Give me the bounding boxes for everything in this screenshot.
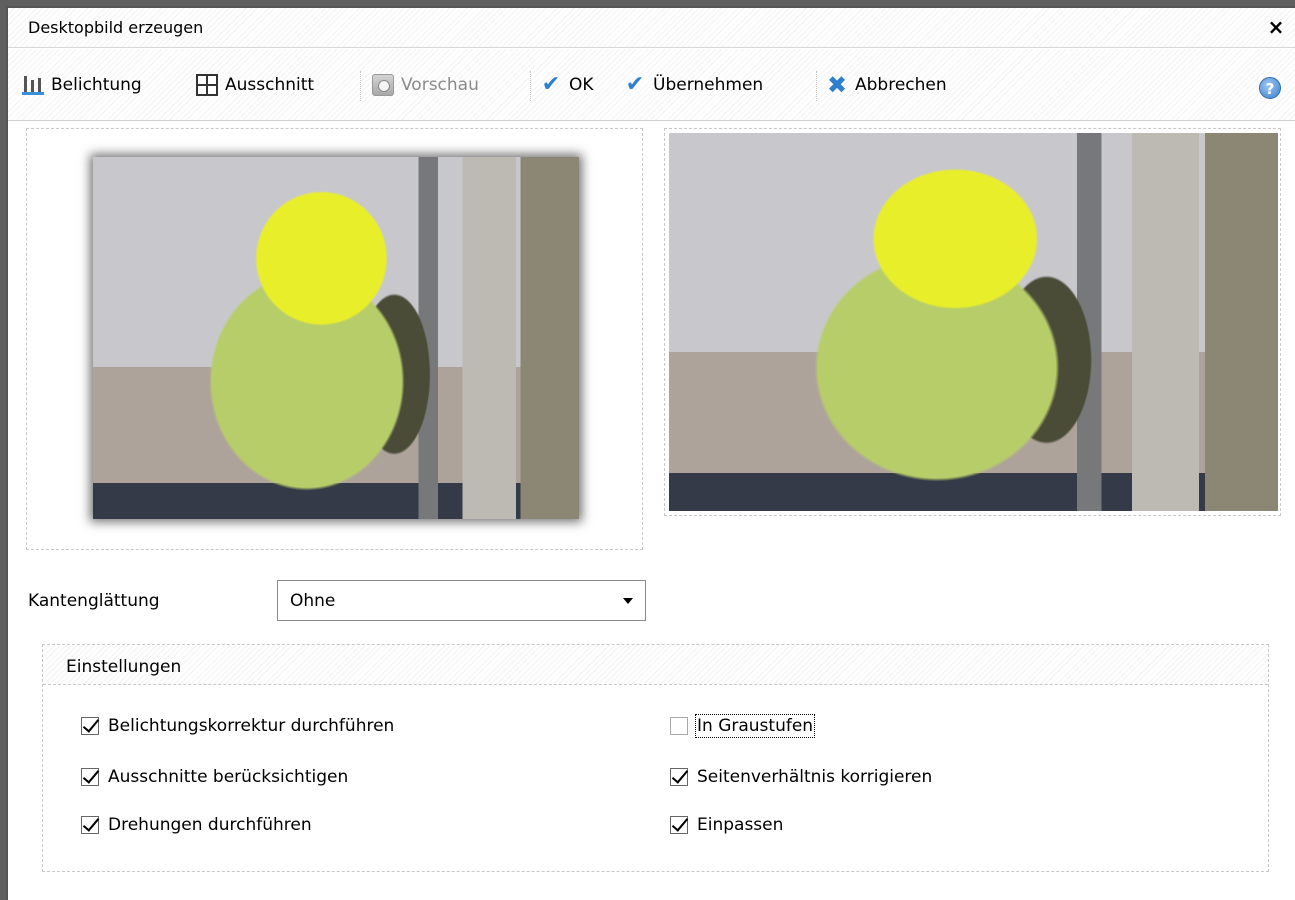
ok-button[interactable]: ✔ OK	[540, 71, 594, 99]
belichtung-button[interactable]: Belichtung	[22, 71, 142, 99]
dialog-window: Desktopbild erzeugen × Belichtung Aussch…	[6, 6, 1295, 900]
checkbox-checked-icon	[81, 816, 99, 834]
uebernehmen-label: Übernehmen	[653, 75, 764, 95]
ok-label: OK	[569, 75, 594, 95]
exposure-icon	[22, 74, 44, 96]
abbrechen-button[interactable]: ✖ Abbrechen	[826, 71, 947, 99]
kantenglaettung-value: Ohne	[290, 591, 336, 611]
seitenverhaeltnis-label: Seitenverhältnis korrigieren	[697, 767, 933, 787]
einpassen-label: Einpassen	[697, 815, 784, 835]
vorschau-button[interactable]: Vorschau	[372, 71, 479, 99]
dialog-title: Desktopbild erzeugen	[28, 18, 204, 37]
einstellungen-header: Einstellungen	[43, 645, 1268, 685]
checkmark-icon: ✔	[625, 72, 645, 97]
checkbox-unchecked-icon	[670, 717, 688, 735]
abbrechen-label: Abbrechen	[855, 75, 947, 95]
einstellungen-group: Einstellungen Belichtungskorrektur durch…	[42, 644, 1269, 872]
ausschnitt-button[interactable]: Ausschnitt	[196, 71, 314, 99]
source-image-panel	[26, 128, 643, 550]
toolbar: Belichtung Ausschnitt Vorschau ✔ OK ✔ Üb…	[8, 49, 1295, 121]
drehungen-label: Drehungen durchführen	[108, 815, 312, 835]
checkbox-checked-icon	[670, 768, 688, 786]
preview-icon	[372, 74, 394, 96]
vorschau-label: Vorschau	[401, 75, 479, 95]
belichtung-label: Belichtung	[51, 75, 142, 95]
kantenglaettung-select[interactable]: Ohne	[277, 580, 646, 621]
einpassen-checkbox[interactable]: Einpassen	[670, 815, 783, 835]
preview-image-panel	[664, 128, 1281, 516]
graustufen-checkbox[interactable]: In Graustufen	[670, 714, 816, 738]
belichtungskorrektur-label: Belichtungskorrektur durchführen	[108, 716, 395, 736]
kantenglaettung-label: Kantenglättung	[28, 591, 160, 611]
checkbox-checked-icon	[81, 717, 99, 735]
close-icon[interactable]: ×	[1263, 14, 1289, 40]
checkmark-icon: ✔	[541, 72, 561, 97]
title-bar: Desktopbild erzeugen ×	[8, 8, 1295, 48]
checkbox-checked-icon	[81, 768, 99, 786]
graustufen-label: In Graustufen	[694, 714, 816, 738]
source-image	[93, 157, 579, 519]
belichtungskorrektur-checkbox[interactable]: Belichtungskorrektur durchführen	[81, 716, 394, 736]
cross-icon: ✖	[826, 71, 848, 99]
preview-image	[669, 133, 1278, 511]
toolbar-separator	[530, 71, 531, 101]
seitenverhaeltnis-checkbox[interactable]: Seitenverhältnis korrigieren	[670, 767, 932, 787]
crop-icon	[196, 74, 218, 96]
checkbox-checked-icon	[670, 816, 688, 834]
toolbar-separator	[360, 71, 361, 101]
ausschnitt-label: Ausschnitt	[225, 75, 315, 95]
einstellungen-title: Einstellungen	[66, 657, 182, 677]
ausschnitte-label: Ausschnitte berücksichtigen	[108, 767, 349, 787]
toolbar-separator	[816, 71, 817, 101]
uebernehmen-button[interactable]: ✔ Übernehmen	[624, 71, 763, 99]
help-icon[interactable]: ?	[1259, 77, 1281, 99]
chevron-down-icon	[623, 598, 633, 604]
ausschnitte-checkbox[interactable]: Ausschnitte berücksichtigen	[81, 767, 348, 787]
drehungen-checkbox[interactable]: Drehungen durchführen	[81, 815, 312, 835]
